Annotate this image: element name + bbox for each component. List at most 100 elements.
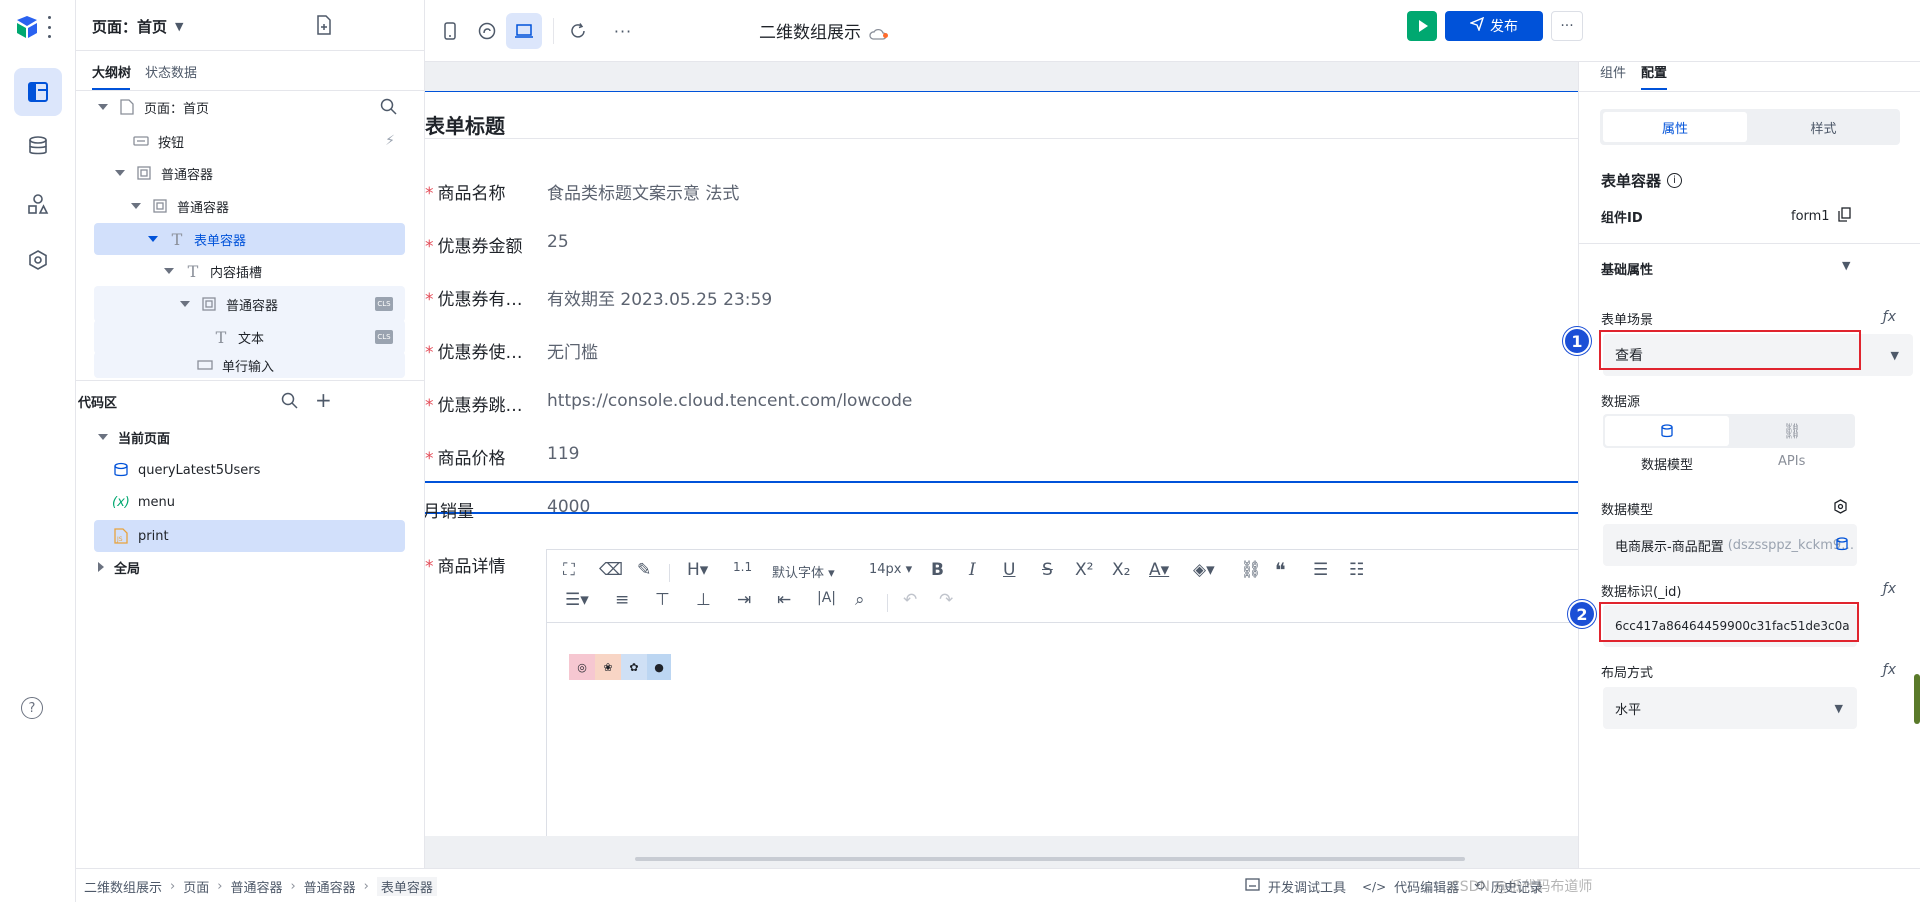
vertical-align-middle-icon[interactable]: ⊥ — [696, 590, 711, 610]
horizontal-scrollbar[interactable] — [635, 857, 1465, 861]
fx-icon[interactable]: ƒx — [1883, 309, 1896, 325]
seg-properties[interactable]: 属性 — [1603, 112, 1747, 142]
vertical-scrollbar[interactable] — [1914, 674, 1920, 724]
input-component-icon — [196, 356, 214, 374]
refresh-icon[interactable] — [560, 13, 596, 49]
font-color-icon[interactable]: A▾ — [1149, 560, 1169, 580]
model-settings-icon[interactable] — [1833, 499, 1848, 518]
align-icon[interactable]: ☰▾ — [565, 590, 589, 610]
tab-outline-tree[interactable]: 大纲树 — [92, 62, 131, 81]
code-item-menu[interactable]: (x) menu — [94, 482, 405, 522]
breadcrumb-item[interactable]: 二维数组展示 — [84, 877, 162, 896]
breadcrumb-item[interactable]: 普通容器 — [230, 877, 282, 896]
components-icon[interactable] — [14, 180, 62, 228]
format-painter-icon[interactable]: ✎ — [637, 560, 651, 580]
breadcrumb-item[interactable]: 普通容器 — [304, 877, 356, 896]
database-icon[interactable] — [14, 122, 62, 170]
link-icon[interactable]: ⛓ — [1240, 560, 1262, 580]
database-icon — [1661, 424, 1673, 438]
font-select[interactable]: 默认字体 ▾ — [772, 562, 835, 581]
seg-styles[interactable]: 样式 — [1750, 112, 1897, 142]
tab-state-data[interactable]: 状态数据 — [145, 62, 197, 81]
eraser-icon[interactable]: ⌫ — [599, 560, 623, 580]
caret-down-icon[interactable] — [164, 268, 174, 274]
run-button[interactable] — [1407, 11, 1437, 41]
bold-icon[interactable]: B — [931, 560, 944, 580]
caret-down-icon[interactable] — [98, 104, 108, 110]
tab-components[interactable]: 组件 — [1600, 62, 1626, 81]
italic-icon[interactable]: I — [969, 560, 976, 580]
tree-node-input[interactable]: 单行输入 — [94, 352, 405, 378]
underline-icon[interactable]: U — [1003, 560, 1015, 580]
tree-node-container[interactable]: 普通容器 — [94, 186, 405, 226]
subscript-icon[interactable]: X₂ — [1112, 560, 1130, 580]
numbered-list-icon[interactable]: ☷ — [1349, 560, 1364, 580]
outline-icon[interactable] — [14, 68, 62, 116]
chevron-down-icon[interactable]: ▼ — [1842, 259, 1850, 272]
add-page-icon[interactable] — [315, 15, 335, 35]
align-left-icon[interactable]: ≡ — [615, 590, 629, 610]
font-size-select[interactable]: 14px ▾ — [869, 562, 912, 577]
tree-node-slot[interactable]: T 内容插槽 — [94, 251, 405, 291]
tree-node-container[interactable]: 普通容器 CLS — [94, 286, 405, 322]
caret-right-icon[interactable] — [98, 562, 104, 572]
miniprogram-view-icon[interactable] — [469, 13, 505, 49]
page-selector-label: 页面：首页 — [92, 18, 168, 36]
breadcrumb-item[interactable]: 表单容器 — [376, 877, 437, 896]
form-container-preview[interactable]: 表单标题 * 商品名称 食品类标题文案示意 法式 * 优惠券金额 25 * 优惠券有…… — [425, 92, 1578, 836]
fx-icon[interactable]: ƒx — [1883, 581, 1896, 597]
quote-icon[interactable]: ❝ — [1275, 558, 1286, 582]
settings-icon[interactable] — [14, 236, 62, 284]
search-icon[interactable] — [380, 98, 397, 119]
model-select-value: 电商展示-商品配置 — [1615, 539, 1724, 555]
tab-config[interactable]: 配置 — [1641, 62, 1667, 81]
page-selector[interactable]: 页面：首页 ▼ — [92, 16, 183, 37]
vertical-align-top-icon[interactable]: ⊤ — [655, 590, 670, 610]
caret-down-icon[interactable] — [98, 434, 108, 440]
fullscreen-icon[interactable]: ⛶ — [563, 560, 575, 580]
lightning-icon[interactable]: ⚡ — [385, 133, 395, 149]
rich-text-editor[interactable]: ⛶ ⌫ ✎ H▾ 1.1 默认字体 ▾ 14px ▾ B I U S X² X₂… — [546, 549, 1578, 836]
component-id: form1 — [1791, 207, 1851, 226]
outdent-icon[interactable]: ⇤ — [777, 590, 791, 610]
caret-down-icon[interactable] — [115, 170, 125, 176]
strikethrough-icon[interactable]: S — [1042, 560, 1053, 580]
line-height-icon[interactable]: 1.1 — [733, 560, 752, 574]
more-actions-button[interactable]: ··· — [1551, 11, 1583, 41]
debug-tool-button[interactable]: 开发调试工具 — [1245, 877, 1346, 896]
mobile-view-icon[interactable] — [432, 13, 468, 49]
caret-down-icon[interactable] — [180, 301, 190, 307]
section-basic[interactable]: 基础属性 — [1601, 259, 1653, 278]
code-editor-button[interactable]: </> 代码编辑器 — [1362, 877, 1459, 897]
search-icon[interactable] — [281, 392, 298, 413]
info-icon[interactable]: i — [1667, 173, 1683, 188]
desktop-view-icon[interactable] — [506, 13, 542, 49]
tree-node-text[interactable]: T 文本 CLS — [94, 320, 405, 354]
datasource-model-tab[interactable] — [1605, 416, 1729, 446]
more-icon[interactable]: ··· — [605, 13, 641, 49]
heading-icon[interactable]: H▾ — [687, 560, 708, 580]
caret-down-icon[interactable] — [148, 236, 158, 242]
bullet-list-icon[interactable]: ☰ — [1313, 560, 1328, 580]
highlight-color-icon[interactable]: ◈▾ — [1193, 560, 1215, 580]
breadcrumb-item[interactable]: 页面 — [183, 877, 209, 896]
undo-icon[interactable]: ↶ — [903, 590, 917, 610]
text-spacing-icon[interactable]: |A| — [817, 590, 836, 606]
selected-field-row[interactable] — [425, 481, 1578, 514]
code-group-global[interactable]: 全局 — [94, 547, 405, 587]
datasource-label: 数据源 — [1601, 395, 1641, 410]
app-menu-icon[interactable] — [46, 16, 52, 38]
datasource-api-tab[interactable]: ⛓ — [1731, 416, 1853, 446]
indent-icon[interactable]: ⇥ — [737, 590, 751, 610]
superscript-icon[interactable]: X² — [1075, 560, 1093, 580]
publish-button[interactable]: 发布 — [1445, 11, 1543, 41]
redo-icon[interactable]: ↷ — [939, 590, 953, 610]
fx-icon[interactable]: ƒx — [1883, 662, 1896, 678]
model-select[interactable]: 电商展示-商品配置 (dszssppz_kckm9… — [1603, 524, 1857, 566]
add-icon[interactable]: + — [315, 388, 332, 412]
find-replace-icon[interactable]: ⌕ — [855, 590, 865, 610]
copy-icon[interactable] — [1837, 207, 1851, 226]
layout-select[interactable]: 水平 ▼ — [1603, 687, 1857, 729]
caret-down-icon[interactable] — [131, 203, 141, 209]
question-icon[interactable]: ? — [21, 697, 43, 719]
